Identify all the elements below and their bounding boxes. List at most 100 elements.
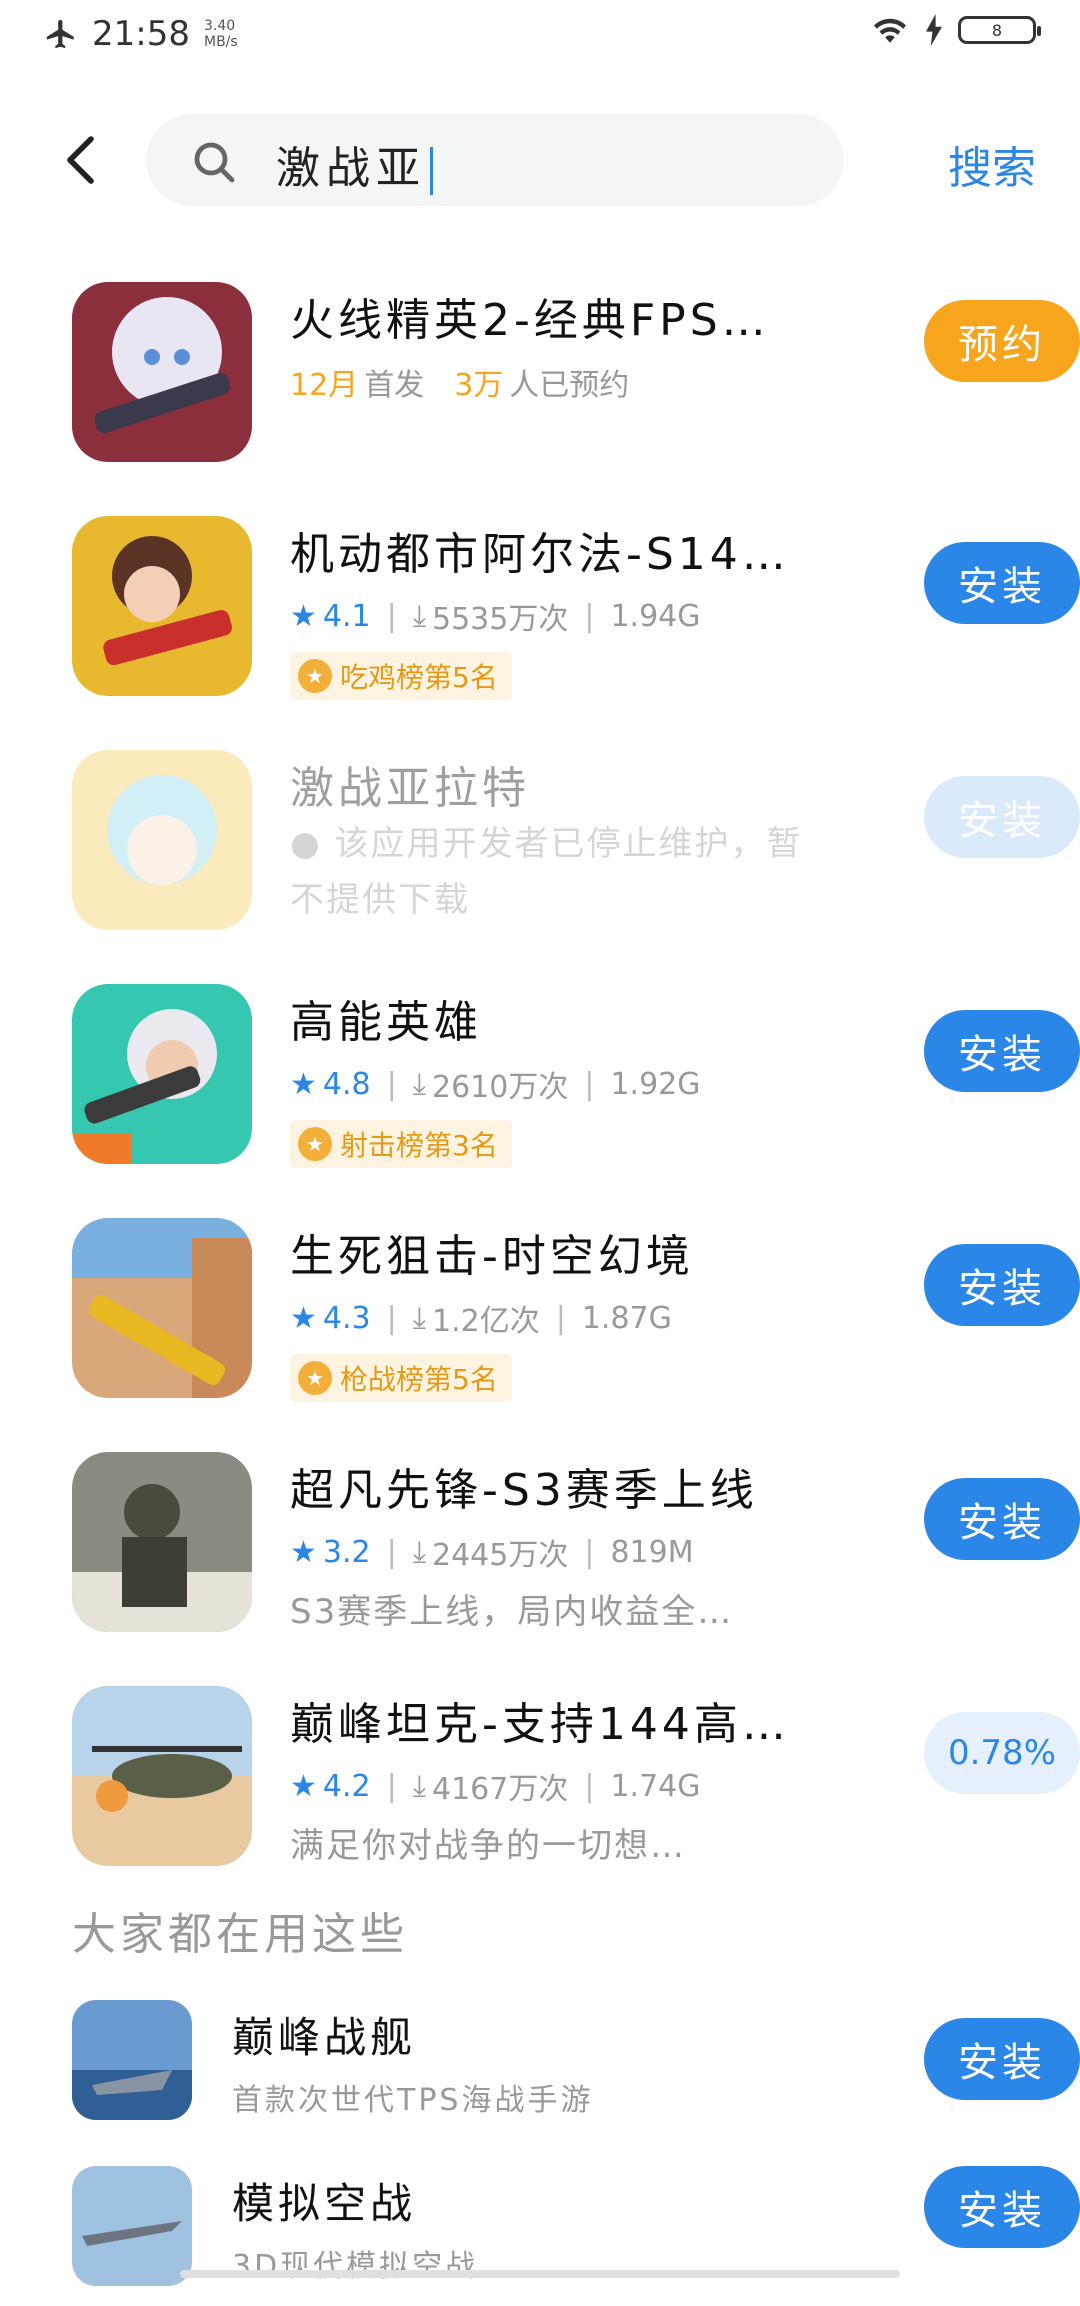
- app-icon: [72, 1452, 252, 1632]
- rating-value: 4.8: [322, 1066, 371, 1102]
- rating-value: 4.1: [322, 598, 371, 634]
- rank-label: 枪战榜第5名: [340, 1363, 498, 1396]
- app-name: 机动都市阿尔法-S14…: [290, 529, 790, 580]
- release-info: 12月 首发 3万 人已预约: [290, 360, 830, 404]
- status-left: 21:58 3.40 MB/s: [44, 14, 238, 54]
- app-info: 巅峰战舰 首款次世代TPS海战手游: [232, 2004, 792, 2119]
- text-caret: [430, 147, 433, 195]
- app-info: 模拟空战 3D现代模拟空战: [232, 2170, 792, 2285]
- airplane-mode-icon: [46, 19, 74, 49]
- rating: ★ 4.1: [290, 599, 371, 634]
- battery-indicator: 8: [958, 16, 1041, 44]
- reserve-button[interactable]: 预约: [924, 300, 1080, 382]
- back-arrow-icon[interactable]: [56, 132, 112, 188]
- download-icon: ⤓: [412, 1768, 426, 1804]
- unavailable-notice: ● 该应用开发者已停止维护，暂不提供下载: [290, 816, 830, 928]
- rank-badge: ★ 射击榜第3名: [290, 1120, 512, 1168]
- app-row[interactable]: 激战亚拉特 ● 该应用开发者已停止维护，暂不提供下载 安装: [0, 720, 1080, 940]
- network-speed: 3.40 MB/s: [204, 18, 238, 50]
- rating-value: 4.3: [322, 1300, 371, 1336]
- app-name: 生死狙击-时空幻境: [290, 1231, 694, 1282]
- medal-icon: ★: [298, 1127, 332, 1161]
- install-button[interactable]: 安装: [924, 1478, 1080, 1560]
- release-label: 首发: [364, 368, 425, 403]
- app-name: 火线精英2-经典FPS…: [290, 295, 770, 346]
- app-info: 巅峰坦克-支持144高… ★ 4.2 | ⤓ 4167万次 | 1.74G 满足你对战争…: [290, 1688, 830, 1867]
- download-icon: ⤓: [412, 1534, 426, 1570]
- network-speed-value: 3.40: [203, 18, 236, 34]
- app-info: 高能英雄 ★ 4.8 | ⤓ 2610万次 | 1.92G ★ 射击榜第3名: [290, 986, 830, 1168]
- app-row[interactable]: 生死狙击-时空幻境 ★ 4.3 | ⤓ 1.2亿次 | 1.87G ★ 枪战榜第5名 安装: [0, 1188, 1080, 1408]
- app-name: 巅峰坦克-支持144高…: [290, 1699, 790, 1750]
- app-name: 超凡先锋-S3赛季上线: [290, 1465, 758, 1516]
- rating: ★ 4.3: [290, 1301, 371, 1336]
- download-icon: ⤓: [412, 1300, 426, 1336]
- app-icon: [72, 2000, 192, 2120]
- app-size: 1.92G: [610, 1066, 701, 1102]
- app-info: 超凡先锋-S3赛季上线 ★ 3.2 | ⤓ 2445万次 | 819M S3赛季上线，局…: [290, 1454, 830, 1633]
- alert-icon: ●: [290, 824, 322, 864]
- app-row[interactable]: 机动都市阿尔法-S14… ★ 4.1 | ⤓ 5535万次 | 1.94G ★ 吃鸡榜第5…: [0, 486, 1080, 706]
- status-right: 8: [870, 14, 1041, 46]
- charging-icon: [926, 14, 942, 46]
- install-button[interactable]: 安装: [924, 1010, 1080, 1092]
- app-row[interactable]: 超凡先锋-S3赛季上线 ★ 3.2 | ⤓ 2445万次 | 819M S3赛季上线，局…: [0, 1422, 1080, 1642]
- download-count: 2610万次: [432, 1070, 569, 1105]
- download-count: 5535万次: [432, 602, 569, 637]
- medal-icon: ★: [298, 1361, 332, 1395]
- download-count: 4167万次: [432, 1772, 569, 1807]
- app-description: 3D现代模拟空战: [232, 2249, 479, 2284]
- app-icon: [72, 282, 252, 462]
- wifi-icon: [874, 18, 906, 43]
- app-description: S3赛季上线，局内收益全…: [290, 1592, 734, 1632]
- app-icon: [72, 2166, 192, 2286]
- search-icon: [194, 142, 235, 183]
- app-row[interactable]: 巅峰坦克-支持144高… ★ 4.2 | ⤓ 4167万次 | 1.74G 满足你对战争…: [0, 1656, 1080, 1876]
- search-query-text: 激战亚: [276, 132, 433, 196]
- rating: ★ 4.2: [290, 1769, 371, 1804]
- meta-divider: |: [386, 1066, 397, 1102]
- download-count: 2445万次: [432, 1538, 569, 1573]
- app-row[interactable]: 高能英雄 ★ 4.8 | ⤓ 2610万次 | 1.92G ★ 射击榜第3名 安装: [0, 954, 1080, 1174]
- section-title: 大家都在用这些: [72, 1909, 408, 1960]
- app-info: 火线精英2-经典FPS… 12月 首发 3万 人已预约: [290, 284, 830, 404]
- app-icon: [72, 516, 252, 696]
- meta-divider: |: [386, 598, 397, 634]
- app-icon: [72, 1218, 252, 1398]
- app-icon: [72, 1686, 252, 1866]
- search-button[interactable]: 搜索: [948, 132, 1036, 196]
- app-icon: [72, 984, 252, 1164]
- rating: ★ 4.8: [290, 1067, 371, 1102]
- star-icon: ★: [290, 1066, 317, 1102]
- meta-divider: |: [386, 1768, 397, 1804]
- meta-divider: |: [386, 1534, 397, 1570]
- rating-value: 4.2: [322, 1768, 371, 1804]
- install-button[interactable]: 安装: [924, 1244, 1080, 1326]
- app-meta: ★ 4.1 | ⤓ 5535万次 | 1.94G: [290, 594, 830, 638]
- download-icon: ⤓: [412, 1066, 426, 1102]
- app-meta: ★ 4.2 | ⤓ 4167万次 | 1.74G: [290, 1764, 830, 1808]
- home-indicator: [180, 2270, 900, 2278]
- install-button[interactable]: 安装: [924, 2166, 1080, 2248]
- rank-badge: ★ 枪战榜第5名: [290, 1354, 512, 1402]
- download-progress-button[interactable]: 0.78%: [924, 1712, 1080, 1794]
- search-query: 激战亚: [276, 143, 426, 194]
- battery-level: 8: [991, 20, 1003, 40]
- app-icon: [72, 750, 252, 930]
- search-input[interactable]: 激战亚: [146, 114, 844, 206]
- app-info: 机动都市阿尔法-S14… ★ 4.1 | ⤓ 5535万次 | 1.94G ★ 吃鸡榜第5…: [290, 518, 830, 700]
- reserve-count: 3万: [454, 368, 504, 403]
- download-icon: ⤓: [412, 598, 426, 634]
- recommended-row[interactable]: 巅峰战舰 首款次世代TPS海战手游 安装: [0, 1980, 1080, 2140]
- app-row[interactable]: 火线精英2-经典FPS… 12月 首发 3万 人已预约 预约: [0, 252, 1080, 472]
- recommended-row[interactable]: 模拟空战 3D现代模拟空战 安装: [0, 2146, 1080, 2306]
- install-button[interactable]: 安装: [924, 2018, 1080, 2100]
- reserve-label: 人已预约: [509, 368, 630, 403]
- meta-divider: |: [555, 1300, 566, 1336]
- search-row: 激战亚 搜索: [0, 112, 1080, 208]
- install-button[interactable]: 安装: [924, 542, 1080, 624]
- meta-divider: |: [386, 1300, 397, 1336]
- app-name: 激战亚拉特: [290, 763, 530, 814]
- app-meta: ★ 3.2 | ⤓ 2445万次 | 819M: [290, 1530, 830, 1574]
- app-name: 巅峰战舰: [232, 2013, 417, 2062]
